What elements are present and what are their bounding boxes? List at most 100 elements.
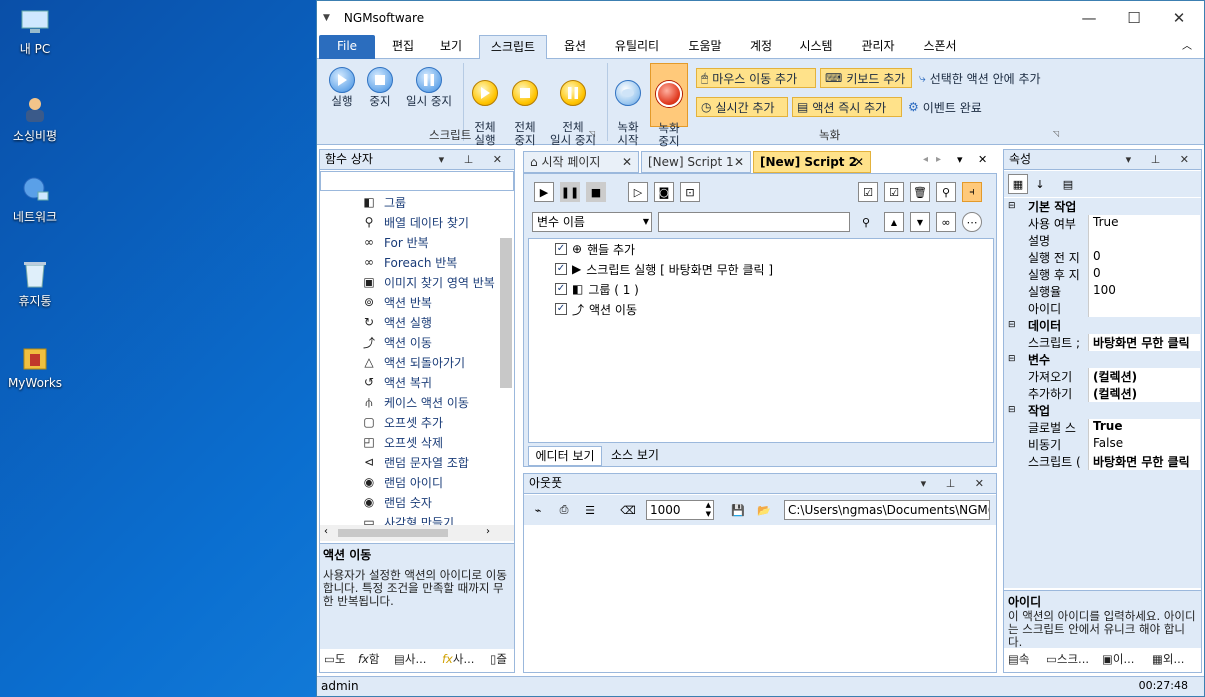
- add-keyboard-button[interactable]: ⌨ 키보드 추가: [820, 68, 912, 88]
- menu-script[interactable]: 스크립트: [479, 35, 547, 60]
- property-row[interactable]: 실행 전 지0: [1024, 249, 1200, 266]
- desktop-icon-my-pc[interactable]: 내 PC: [5, 6, 65, 57]
- output-path-field[interactable]: C:\Users\ngmas\Documents\NGM6\: [784, 500, 990, 520]
- property-row[interactable]: 글로벌 스 True: [1024, 419, 1200, 436]
- maximize-button[interactable]: ☐: [1112, 1, 1156, 35]
- menu-utility[interactable]: 유틸리티: [607, 35, 667, 59]
- desktop-icon-myworks[interactable]: MyWorks: [5, 342, 65, 390]
- function-item[interactable]: ◉ 랜덤 아이디: [362, 472, 443, 492]
- bottom-tab[interactable]: ▭스크...: [1044, 650, 1098, 670]
- menu-sponsor[interactable]: 스폰서: [915, 35, 965, 59]
- source-view-tab[interactable]: 소스 보기: [604, 446, 666, 466]
- bottom-tab-active[interactable]: fx함: [356, 650, 390, 670]
- function-item[interactable]: △ 액션 되돌아가기: [362, 352, 465, 372]
- bottom-tab[interactable]: ▭도: [322, 650, 354, 670]
- close-button[interactable]: ✕: [1157, 1, 1201, 35]
- dialog-launcher-icon[interactable]: ◹: [589, 129, 595, 138]
- property-category[interactable]: 기본 작업: [1004, 198, 1201, 215]
- close-tab-icon[interactable]: ✕: [622, 152, 632, 173]
- add-mouse-move-button[interactable]: 🖱 마우스 이동 추가: [696, 68, 816, 88]
- search-icon[interactable]: ⚲: [856, 212, 876, 232]
- window-menu-icon[interactable]: ▼: [323, 13, 330, 23]
- collapse-icons[interactable]: ⊟ ⊟ ⊟ ⊟: [1008, 198, 1016, 419]
- run-selected-icon[interactable]: ◙: [654, 182, 674, 202]
- up-icon[interactable]: ▲: [884, 212, 904, 232]
- delete-icon[interactable]: 🗑: [910, 182, 930, 202]
- property-row[interactable]: 가져오기 (컬렉션): [1024, 368, 1200, 385]
- property-row[interactable]: 실행율 100: [1024, 283, 1200, 300]
- property-row[interactable]: 추가하기 (컬렉션): [1024, 385, 1200, 402]
- save-icon[interactable]: 💾: [728, 500, 748, 520]
- function-item[interactable]: ∞ Foreach 반복: [362, 252, 457, 272]
- function-item[interactable]: ▢ 오프셋 추가: [362, 412, 443, 432]
- run-all-button[interactable]: 전체 실행: [467, 67, 503, 160]
- panel-controls-icon[interactable]: ▾ ⊥ ✕: [1126, 150, 1197, 169]
- bottom-tab[interactable]: ▣이...: [1100, 650, 1148, 670]
- function-search-input[interactable]: [320, 171, 514, 191]
- desktop-icon-network[interactable]: 네트워크: [5, 174, 65, 225]
- checkbox[interactable]: ✓: [555, 283, 567, 295]
- menu-system[interactable]: 시스템: [791, 35, 841, 59]
- step-icon[interactable]: ▷: [628, 182, 648, 202]
- line-count-stepper[interactable]: 1000 ▲ ▼: [646, 500, 714, 520]
- tree-node[interactable]: ✓ ▶ 스크립트 실행 [ 바탕화면 무한 클릭 ]: [555, 259, 773, 279]
- event-done-button[interactable]: ⚙ 이벤트 완료: [904, 97, 1004, 117]
- desktop-icon-recycle-bin[interactable]: 휴지통: [5, 258, 65, 309]
- tab-nav-icon[interactable]: ◂▸: [923, 154, 949, 165]
- tree-node[interactable]: ✓ ◧ 그룹 ( 1 ): [555, 279, 639, 299]
- stop-all-button[interactable]: 전체 중지: [507, 67, 543, 160]
- record-stop-button[interactable]: 녹화 중지: [650, 63, 688, 148]
- bottom-tab[interactable]: fx사...: [440, 650, 486, 670]
- panel-controls-icon[interactable]: ▾ ⊥ ✕: [439, 150, 510, 169]
- down-icon[interactable]: ▼: [910, 212, 930, 232]
- tab-script-1[interactable]: [New] Script 1 ✕: [641, 151, 751, 173]
- search-icon[interactable]: ⚲: [936, 182, 956, 202]
- more-icon[interactable]: ⋯: [962, 212, 982, 232]
- loop-icon[interactable]: ∞: [936, 212, 956, 232]
- property-row[interactable]: 스크립트 (바탕화면 무한 클릭: [1024, 453, 1200, 470]
- stop-button[interactable]: 중지: [363, 67, 397, 108]
- editor-view-tab[interactable]: 에디터 보기: [528, 446, 602, 466]
- check-icon[interactable]: ☑: [858, 182, 878, 202]
- property-row[interactable]: 실행 후 지0: [1024, 266, 1200, 283]
- pause-icon[interactable]: ❚❚: [560, 182, 580, 202]
- variable-select[interactable]: 변수 이름 ▼: [532, 212, 652, 232]
- close-tab-icon[interactable]: ✕: [854, 152, 864, 173]
- function-item[interactable]: ⊚ 액션 반복: [362, 292, 432, 312]
- property-row[interactable]: 비동기 False: [1024, 436, 1200, 453]
- ribbon-collapse-icon[interactable]: ︿: [1179, 35, 1195, 59]
- tree-node[interactable]: ✓ ⤴ 액션 이동: [555, 299, 637, 319]
- checkbox[interactable]: ✓: [555, 243, 567, 255]
- pause-all-button[interactable]: 전체 일시 중지: [545, 67, 601, 160]
- checkbox-icon[interactable]: ☑: [884, 182, 904, 202]
- horizontal-scrollbar[interactable]: ‹ ›: [320, 525, 514, 541]
- bottom-tab[interactable]: ▦외...: [1150, 650, 1200, 670]
- property-category[interactable]: 변수: [1004, 351, 1201, 368]
- run-button[interactable]: 실행: [323, 67, 361, 108]
- menu-account[interactable]: 계정: [741, 35, 781, 59]
- file-search-icon[interactable]: ⎙: [554, 500, 574, 520]
- menu-file[interactable]: File: [319, 35, 375, 59]
- sort-az-icon[interactable]: ↓: [1030, 174, 1050, 194]
- property-pages-icon[interactable]: ▤: [1058, 174, 1078, 194]
- list-icon[interactable]: ☰: [580, 500, 600, 520]
- function-item[interactable]: ⚲ 배열 데이타 찾기: [362, 212, 469, 232]
- property-row[interactable]: 스크립트 ; 바탕화면 무한 클릭: [1024, 334, 1200, 351]
- tree-view-icon[interactable]: ⫞: [962, 182, 982, 202]
- menu-help[interactable]: 도움말: [681, 35, 729, 59]
- play-icon[interactable]: ▶: [534, 182, 554, 202]
- run-from-icon[interactable]: ⊡: [680, 182, 700, 202]
- property-row[interactable]: 설명: [1024, 232, 1200, 249]
- property-row[interactable]: 사용 여부 True: [1024, 215, 1200, 232]
- add-action-now-button[interactable]: ▤ 액션 즉시 추가: [792, 97, 902, 117]
- property-row[interactable]: 아이디: [1024, 300, 1200, 317]
- add-in-selected-button[interactable]: ⤷ 선택한 액션 안에 추가: [915, 68, 1065, 88]
- function-item[interactable]: ⊲ 랜덤 문자열 조합: [362, 452, 469, 472]
- menu-view[interactable]: 보기: [431, 35, 471, 59]
- stop-icon[interactable]: ■: [586, 182, 606, 202]
- eraser-icon[interactable]: ⌫: [618, 500, 638, 520]
- variable-input[interactable]: [658, 212, 850, 232]
- categorized-icon[interactable]: ▦: [1008, 174, 1028, 194]
- bottom-tab[interactable]: ▤사...: [392, 650, 438, 670]
- menu-admin[interactable]: 관리자: [853, 35, 903, 59]
